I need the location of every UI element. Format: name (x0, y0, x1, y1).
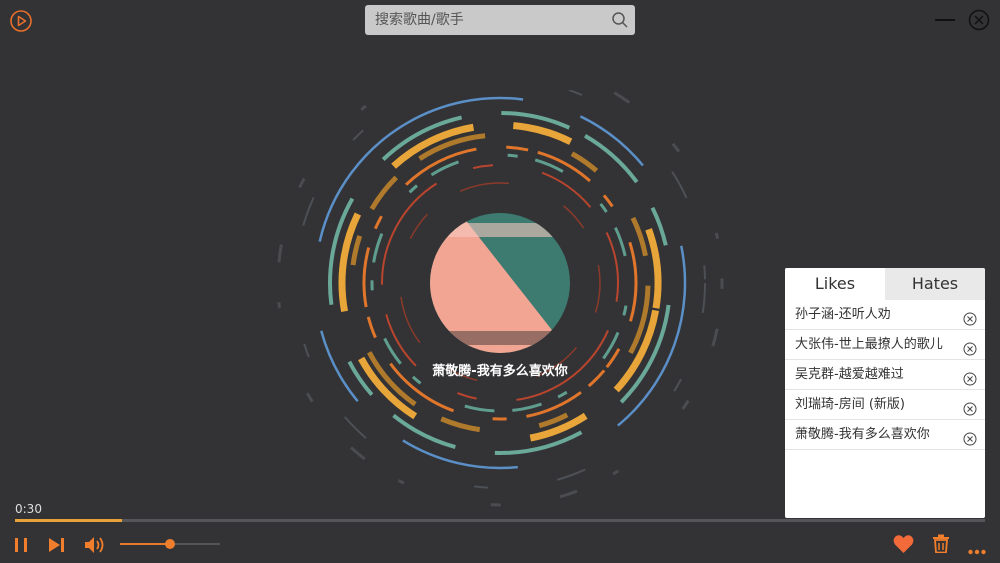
search-input[interactable] (365, 5, 605, 35)
elapsed-time: 0:30 (15, 502, 42, 516)
remove-icon[interactable] (963, 428, 977, 446)
search-box (365, 5, 635, 35)
remove-icon[interactable] (963, 368, 977, 386)
list-item[interactable]: 萧敬腾-我有多么喜欢你 (785, 420, 985, 450)
volume-slider[interactable] (120, 539, 220, 549)
volume-fill (120, 543, 170, 545)
pause-icon[interactable] (13, 537, 29, 553)
tab-hates[interactable]: Hates (885, 268, 985, 300)
album-cover (430, 213, 570, 353)
list-item-label: 萧敬腾-我有多么喜欢你 (795, 427, 930, 442)
list-item[interactable]: 刘瑞琦-房间 (新版) (785, 390, 985, 420)
now-playing-title: 萧敬腾-我有多么喜欢你 (432, 364, 568, 379)
progress-fill (15, 519, 122, 522)
remove-icon[interactable] (963, 398, 977, 416)
list-item-label: 大张伟-世上最撩人的歌儿 (795, 337, 943, 352)
search-icon[interactable] (611, 11, 629, 29)
remove-icon[interactable] (963, 308, 977, 326)
minimize-icon[interactable] (935, 8, 955, 28)
trash-icon[interactable] (932, 534, 950, 554)
volume-knob[interactable] (165, 539, 175, 549)
list-item[interactable]: 大张伟-世上最撩人的歌儿 (785, 330, 985, 360)
remove-icon[interactable] (963, 338, 977, 356)
volume-icon[interactable] (84, 535, 106, 555)
close-circle-icon[interactable] (968, 9, 990, 31)
likes-list: 孙子涵-还听人劝 大张伟-世上最撩人的歌儿 吴克群-越爱越难过 刘瑞琦-房间 (… (785, 300, 985, 450)
more-icon[interactable] (968, 540, 986, 555)
list-item[interactable]: 孙子涵-还听人劝 (785, 300, 985, 330)
progress-bar[interactable] (15, 519, 985, 522)
panel-tabs: Likes Hates (785, 268, 985, 300)
tab-likes[interactable]: Likes (785, 268, 885, 300)
list-item-label: 吴克群-越爱越难过 (795, 367, 904, 382)
heart-icon[interactable] (893, 534, 914, 554)
list-item-label: 孙子涵-还听人劝 (795, 307, 891, 322)
app-logo-icon (9, 9, 33, 33)
skip-next-icon[interactable] (48, 537, 65, 553)
list-item[interactable]: 吴克群-越爱越难过 (785, 360, 985, 390)
playlist-panel: Likes Hates 孙子涵-还听人劝 大张伟-世上最撩人的歌儿 吴克群-越爱… (785, 268, 985, 518)
list-item-label: 刘瑞琦-房间 (新版) (795, 397, 905, 412)
